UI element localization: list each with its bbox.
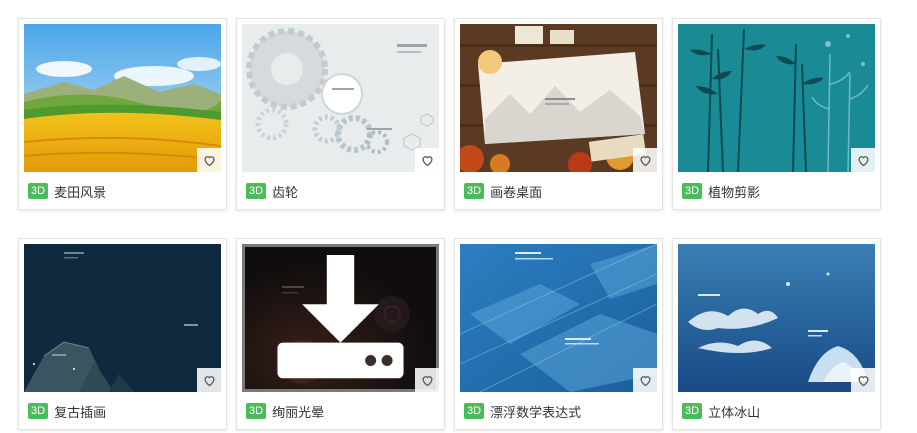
card-caption[interactable]: 3D 画卷桌面 [464,182,542,200]
thumbnail[interactable] [678,24,875,172]
heart-outline-icon [639,155,651,166]
heart-outline-icon [639,375,651,386]
template-title[interactable]: 麦田风景 [54,182,106,201]
3d-badge: 3D [464,183,485,199]
thumbnail[interactable] [678,244,875,392]
card-caption[interactable]: 3D 立体冰山 [682,402,760,420]
heart-outline-icon [421,155,433,166]
download-overlay[interactable] [242,244,439,392]
card-caption[interactable]: 3D 麦田风景 [28,182,106,200]
favorite-button[interactable] [633,148,657,172]
template-card-retro-illustration[interactable]: 3D 复古插画 [18,238,227,430]
template-card-scroll-desktop[interactable]: 3D 画卷桌面 [454,18,663,210]
heart-outline-icon [203,155,215,166]
card-caption[interactable]: 3D 绚丽光晕 [246,402,324,420]
3d-badge: 3D [28,183,49,199]
thumbnail[interactable] [24,24,221,172]
template-title[interactable]: 画卷桌面 [490,182,542,201]
favorite-button[interactable] [633,368,657,392]
template-card-brilliant-halo[interactable]: 3D 绚丽光晕 [236,238,445,430]
template-card-gears[interactable]: 3D 齿轮 [236,18,445,210]
card-caption[interactable]: 3D 复古插画 [28,402,106,420]
template-title[interactable]: 复古插画 [54,402,106,421]
scroll-desktop-illustration [460,24,657,172]
card-caption[interactable]: 3D 漂浮数学表达式 [464,402,581,420]
thumbnail[interactable] [460,24,657,172]
3d-badge: 3D [464,403,485,419]
thumbnail[interactable] [242,244,439,392]
3d-badge: 3D [682,183,703,199]
plant-silhouette-illustration [678,24,875,172]
template-card-floating-math[interactable]: 3D 漂浮数学表达式 [454,238,663,430]
template-card-plant-silhouette[interactable]: 3D 植物剪影 [672,18,881,210]
heart-outline-icon [857,155,869,166]
3d-badge: 3D [246,183,267,199]
floating-math-illustration [460,244,657,392]
template-title[interactable]: 立体冰山 [708,402,760,421]
heart-outline-icon [421,375,433,386]
thumbnail[interactable] [242,24,439,172]
card-caption[interactable]: 3D 植物剪影 [682,182,760,200]
favorite-button[interactable] [851,148,875,172]
iceberg-illustration [678,244,875,392]
gears-illustration [242,24,439,172]
retro-illustration [24,244,221,392]
favorite-button[interactable] [197,368,221,392]
favorite-button[interactable] [851,368,875,392]
download-icon[interactable] [245,244,436,392]
wheat-field-illustration [24,24,221,172]
template-title[interactable]: 漂浮数学表达式 [490,402,581,421]
template-title[interactable]: 齿轮 [272,182,298,201]
favorite-button[interactable] [197,148,221,172]
thumbnail[interactable] [24,244,221,392]
favorite-button[interactable] [415,148,439,172]
heart-outline-icon [857,375,869,386]
template-card-wheat-field[interactable]: 3D 麦田风景 [18,18,227,210]
3d-badge: 3D [682,403,703,419]
favorite-button[interactable] [415,368,439,392]
thumbnail[interactable] [460,244,657,392]
template-title[interactable]: 绚丽光晕 [272,402,324,421]
template-title[interactable]: 植物剪影 [708,182,760,201]
template-card-3d-iceberg[interactable]: 3D 立体冰山 [672,238,881,430]
heart-outline-icon [203,375,215,386]
card-caption[interactable]: 3D 齿轮 [246,182,298,200]
3d-badge: 3D [246,403,267,419]
3d-badge: 3D [28,403,49,419]
